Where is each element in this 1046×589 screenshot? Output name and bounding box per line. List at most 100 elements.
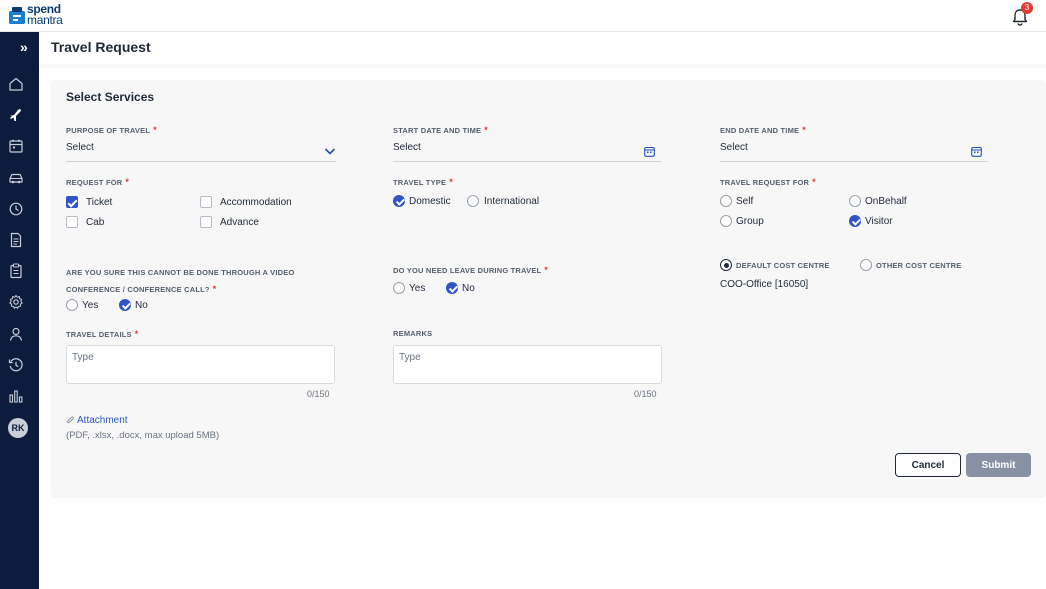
request-for-label-text: REQUEST FOR bbox=[66, 178, 123, 187]
radio-unchecked bbox=[860, 259, 872, 271]
checkbox-unchecked bbox=[200, 216, 212, 228]
attachment-label: Attachment bbox=[77, 415, 128, 426]
car-icon[interactable] bbox=[8, 170, 24, 186]
checkbox-unchecked bbox=[66, 216, 78, 228]
radio-label: No bbox=[462, 282, 475, 294]
radio-unchecked bbox=[467, 195, 479, 207]
settings-icon[interactable] bbox=[8, 294, 24, 310]
home-icon[interactable] bbox=[8, 76, 24, 92]
video-conference-no-radio[interactable]: No bbox=[119, 299, 148, 311]
leave-no-radio[interactable]: No bbox=[446, 282, 475, 294]
radio-label: Self bbox=[736, 195, 754, 207]
radio-label: Yes bbox=[82, 299, 99, 311]
logo-line-2: mantra bbox=[27, 13, 63, 27]
purpose-select[interactable]: Select bbox=[66, 140, 336, 162]
travel-request-for-onbehalf-radio[interactable]: OnBehalf bbox=[849, 195, 907, 207]
remarks-textarea[interactable]: Type bbox=[393, 345, 662, 384]
checkbox-label: Accommodation bbox=[220, 196, 292, 208]
radio-unchecked bbox=[393, 282, 405, 294]
travel-request-for-self-radio[interactable]: Self bbox=[720, 195, 753, 207]
purpose-label-text: PURPOSE OF TRAVEL bbox=[66, 126, 151, 135]
radio-label: DEFAULT COST CENTRE bbox=[736, 260, 830, 270]
radio-label: OnBehalf bbox=[865, 195, 907, 207]
leave-yes-radio[interactable]: Yes bbox=[393, 282, 425, 294]
other-cost-centre-radio[interactable]: OTHER COST CENTRE bbox=[860, 259, 962, 271]
travel-details-label: TRAVEL DETAILS * bbox=[66, 329, 138, 339]
travel-details-textarea[interactable]: Type bbox=[66, 345, 335, 384]
radio-checked bbox=[119, 299, 131, 311]
clipboard-icon[interactable] bbox=[8, 263, 24, 279]
end-date-picker[interactable]: Select bbox=[720, 140, 988, 162]
request-for-advance-checkbox[interactable]: Advance bbox=[200, 216, 259, 228]
required-mark: * bbox=[544, 265, 549, 275]
radio-label: OTHER COST CENTRE bbox=[876, 260, 962, 270]
travel-request-for-visitor-radio[interactable]: Visitor bbox=[849, 215, 893, 227]
radio-checked bbox=[446, 282, 458, 294]
attachment-hint: (PDF, .xlsx, .docx, max upload 5MB) bbox=[66, 430, 220, 441]
cost-centre-value: COO-Office [16050] bbox=[720, 279, 809, 290]
document-icon[interactable] bbox=[8, 232, 24, 248]
travel-request-for-label: TRAVEL REQUEST FOR * bbox=[720, 177, 816, 187]
spendmantra-logo[interactable]: spend mantra bbox=[9, 3, 69, 27]
page-title: Travel Request bbox=[51, 39, 151, 55]
travel-type-international-radio[interactable]: International bbox=[467, 195, 539, 207]
leave-question-label-text: DO YOU NEED LEAVE DURING TRAVEL bbox=[393, 266, 542, 275]
plane-icon[interactable] bbox=[8, 107, 24, 123]
remarks-label: REMARKS bbox=[393, 329, 433, 338]
radio-label: Group bbox=[736, 215, 764, 227]
start-date-label-text: START DATE AND TIME bbox=[393, 126, 482, 135]
radio-label: No bbox=[135, 299, 148, 311]
start-date-label: START DATE AND TIME * bbox=[393, 125, 488, 135]
travel-request-for-label-text: TRAVEL REQUEST FOR bbox=[720, 178, 810, 187]
request-for-ticket-checkbox[interactable]: Ticket bbox=[66, 196, 112, 208]
radio-unchecked bbox=[720, 215, 732, 227]
paperclip-icon bbox=[66, 416, 74, 424]
bar-chart-icon[interactable] bbox=[8, 388, 24, 404]
user-avatar[interactable]: RK bbox=[8, 418, 28, 438]
top-bar: spend mantra 3 bbox=[0, 0, 1046, 32]
history-icon[interactable] bbox=[8, 201, 24, 217]
attachment-link[interactable]: Attachment bbox=[66, 415, 128, 426]
checkbox-label: Cab bbox=[86, 216, 105, 228]
header-divider bbox=[39, 64, 1046, 68]
radio-checked bbox=[720, 259, 732, 271]
radio-checked bbox=[393, 195, 405, 207]
sidebar-toggle-button[interactable]: » bbox=[20, 39, 28, 55]
travel-request-for-group-radio[interactable]: Group bbox=[720, 215, 764, 227]
leave-question-label: DO YOU NEED LEAVE DURING TRAVEL * bbox=[393, 265, 548, 275]
video-conference-question-line1: ARE YOU SURE THIS CANNOT BE DONE THROUGH… bbox=[66, 268, 295, 277]
submit-button[interactable]: Submit bbox=[966, 453, 1031, 477]
end-date-label: END DATE AND TIME * bbox=[720, 125, 806, 135]
start-date-value: Select bbox=[393, 142, 421, 153]
clock-icon[interactable] bbox=[8, 357, 24, 373]
video-conference-question-line2: CONFERENCE / CONFERENCE CALL? bbox=[66, 285, 210, 294]
purpose-value: Select bbox=[66, 142, 94, 153]
radio-unchecked bbox=[849, 195, 861, 207]
checkbox-label: Advance bbox=[220, 216, 259, 228]
cancel-button[interactable]: Cancel bbox=[895, 453, 961, 477]
section-title: Select Services bbox=[66, 90, 155, 104]
request-for-cab-checkbox[interactable]: Cab bbox=[66, 216, 104, 228]
purpose-label: PURPOSE OF TRAVEL * bbox=[66, 125, 157, 135]
notification-count-badge: 3 bbox=[1021, 2, 1033, 14]
request-for-accommodation-checkbox[interactable]: Accommodation bbox=[200, 196, 292, 208]
video-conference-yes-radio[interactable]: Yes bbox=[66, 299, 98, 311]
default-cost-centre-radio[interactable]: DEFAULT COST CENTRE bbox=[720, 259, 830, 271]
calendar-icon[interactable] bbox=[971, 146, 982, 157]
checkbox-unchecked bbox=[200, 196, 212, 208]
checkbox-checked bbox=[66, 196, 78, 208]
calendar-icon[interactable] bbox=[644, 146, 655, 157]
video-conference-question-label: ARE YOU SURE THIS CANNOT BE DONE THROUGH… bbox=[66, 265, 295, 298]
radio-label: Visitor bbox=[865, 215, 893, 227]
travel-details-placeholder: Type bbox=[72, 352, 94, 363]
required-mark: * bbox=[212, 284, 217, 294]
travel-type-domestic-radio[interactable]: Domestic bbox=[393, 195, 451, 207]
calendar-icon[interactable] bbox=[8, 138, 24, 154]
user-icon[interactable] bbox=[8, 326, 24, 342]
radio-unchecked bbox=[720, 195, 732, 207]
required-mark: * bbox=[134, 329, 139, 339]
start-date-picker[interactable]: Select bbox=[393, 140, 661, 162]
required-mark: * bbox=[484, 125, 488, 135]
remarks-placeholder: Type bbox=[399, 352, 421, 363]
required-mark: * bbox=[812, 177, 816, 187]
